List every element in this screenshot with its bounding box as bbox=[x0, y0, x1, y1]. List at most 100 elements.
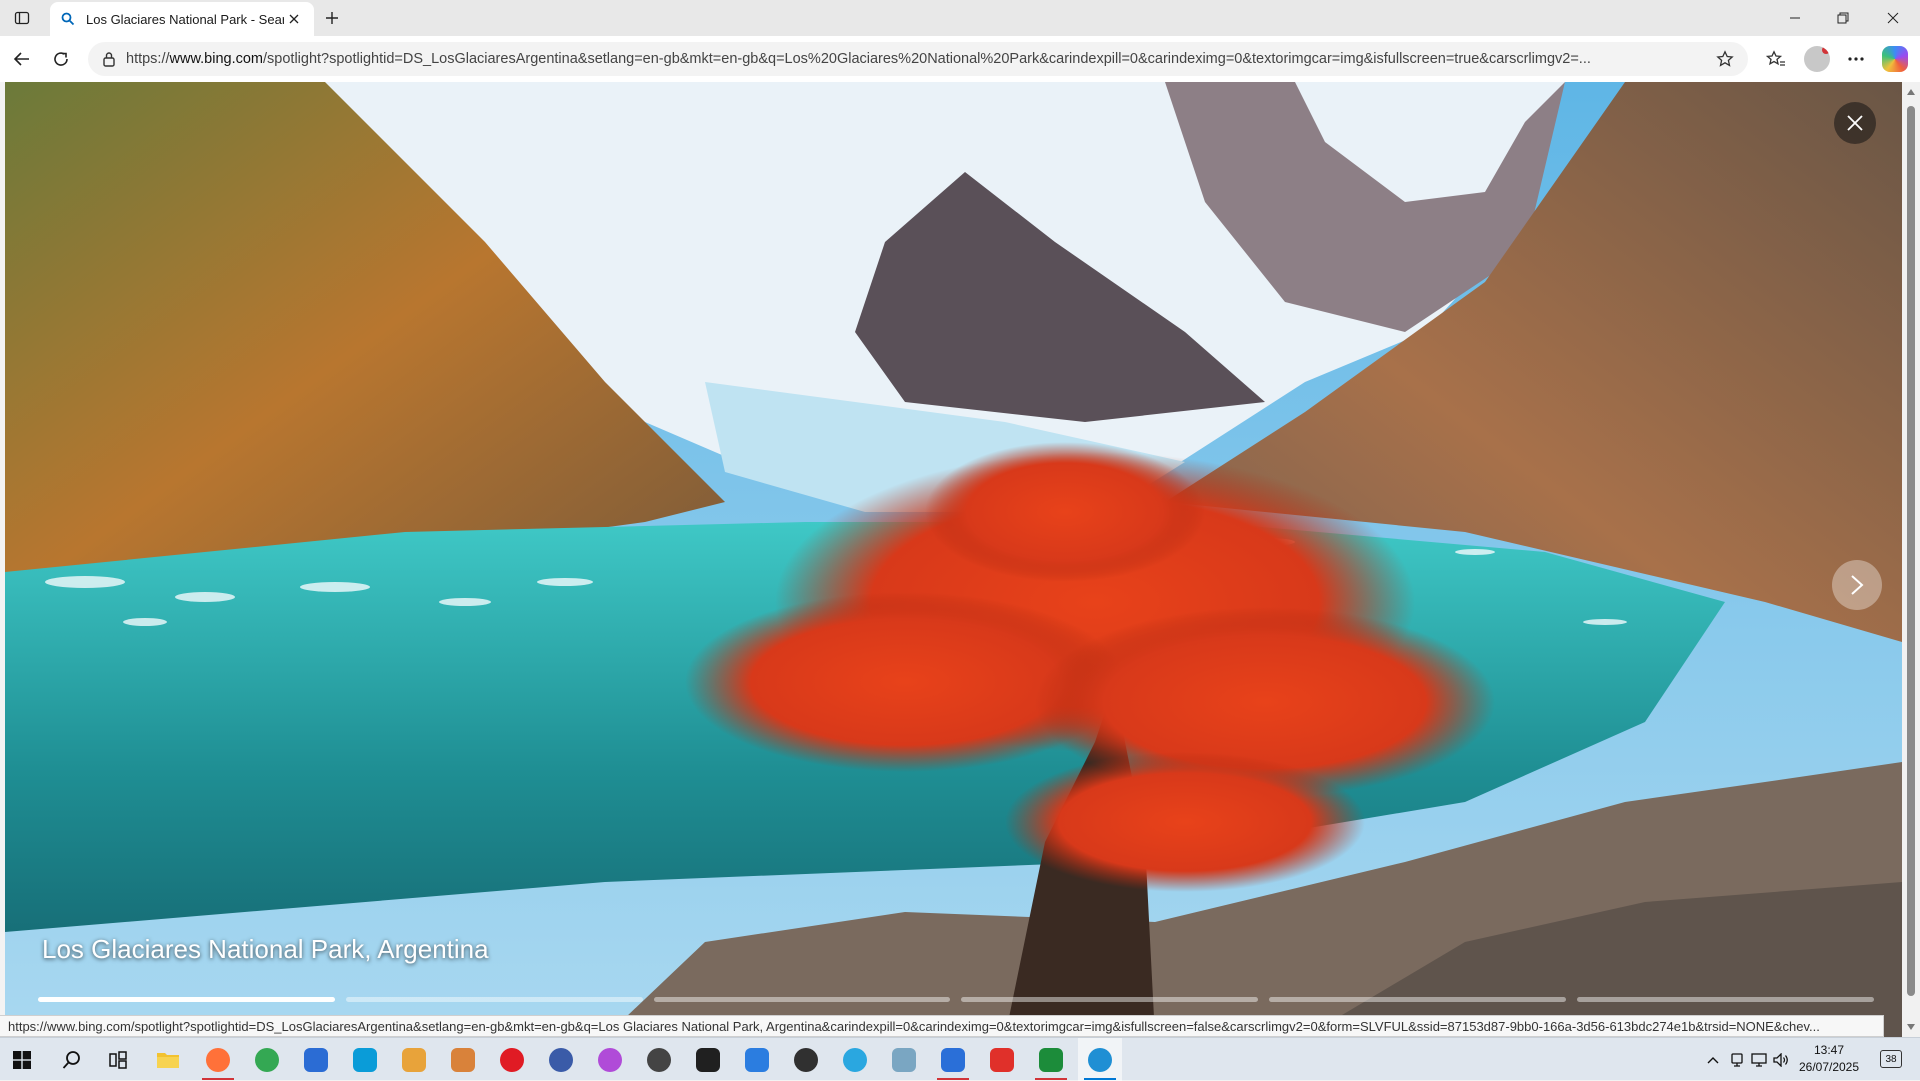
taskbar-app-presentation[interactable] bbox=[441, 1038, 485, 1081]
url-text: https://www.bing.com/spotlight?spotlight… bbox=[126, 51, 1714, 67]
refresh-button[interactable] bbox=[47, 45, 75, 73]
chrome-icon bbox=[255, 1047, 279, 1072]
back-button[interactable] bbox=[8, 45, 36, 73]
progress-segment[interactable] bbox=[345, 997, 643, 1002]
address-bar[interactable]: https://www.bing.com/spotlight?spotlight… bbox=[88, 42, 1748, 76]
url-prefix: https:// bbox=[126, 51, 170, 67]
progress-segment[interactable] bbox=[38, 997, 335, 1002]
task-view-icon bbox=[109, 1050, 127, 1069]
taskbar-app-arc[interactable] bbox=[931, 1038, 975, 1081]
image-caption[interactable]: Los Glaciares National Park, Argentina bbox=[42, 934, 489, 965]
fonts-icon bbox=[745, 1047, 769, 1072]
edge-icon bbox=[1088, 1047, 1112, 1072]
network-icon bbox=[1751, 1052, 1767, 1067]
copilot-icon[interactable] bbox=[1882, 46, 1908, 72]
progress-segment[interactable] bbox=[653, 997, 951, 1002]
notification-center-button[interactable]: 38 bbox=[1880, 1050, 1902, 1068]
taskbar-app-settings-app[interactable] bbox=[392, 1038, 436, 1081]
taskbar-app-vpn[interactable] bbox=[539, 1038, 583, 1081]
vpn-icon bbox=[549, 1047, 573, 1072]
davinci-icon bbox=[647, 1047, 671, 1072]
new-tab-button[interactable] bbox=[320, 6, 344, 30]
photos-icon bbox=[598, 1047, 622, 1072]
taskbar-app-wps[interactable] bbox=[980, 1038, 1024, 1081]
close-icon bbox=[1887, 12, 1899, 24]
scroll-thumb[interactable] bbox=[1907, 106, 1915, 996]
file-explorer-button[interactable] bbox=[146, 1038, 190, 1081]
tab-close-icon[interactable] bbox=[284, 9, 304, 29]
taskbar-app-davinci[interactable] bbox=[637, 1038, 681, 1081]
taskbar-app-globe[interactable] bbox=[833, 1038, 877, 1081]
taskbar-app-mail[interactable] bbox=[294, 1038, 338, 1081]
profile-avatar[interactable] bbox=[1804, 46, 1830, 72]
start-button[interactable] bbox=[0, 1038, 44, 1081]
windows-logo-icon bbox=[13, 1050, 31, 1069]
cu-icon bbox=[1039, 1047, 1063, 1072]
tab-active[interactable]: Los Glaciares National Park - Search bbox=[50, 2, 314, 36]
minimize-button[interactable] bbox=[1772, 0, 1818, 36]
volume-button[interactable] bbox=[1770, 1038, 1792, 1081]
progress-segment[interactable] bbox=[1269, 997, 1567, 1002]
scroll-down-icon[interactable] bbox=[1907, 1024, 1915, 1030]
system-clock[interactable]: 13:47 26/07/2025 bbox=[1794, 1042, 1864, 1076]
clock-time: 13:47 bbox=[1813, 1043, 1845, 1057]
taskbar-app-cu[interactable] bbox=[1029, 1038, 1073, 1081]
tab-actions-icon bbox=[14, 11, 30, 25]
plus-icon bbox=[326, 12, 338, 24]
clock-date: 26/07/2025 bbox=[1798, 1060, 1860, 1074]
scroll-up-icon[interactable] bbox=[1907, 89, 1915, 95]
progress-segment[interactable] bbox=[1577, 997, 1874, 1002]
minimize-icon bbox=[1790, 17, 1800, 19]
folder-icon bbox=[157, 1052, 179, 1068]
taskbar-app-remote-desktop[interactable] bbox=[343, 1038, 387, 1081]
spotlight-viewer: Los Glaciares National Park, Argentina bbox=[5, 82, 1902, 1037]
tab-actions-button[interactable] bbox=[10, 6, 34, 30]
url-domain: www.bing.com bbox=[169, 51, 264, 67]
taskbar-app-opera[interactable] bbox=[490, 1038, 534, 1081]
restore-button[interactable] bbox=[1820, 0, 1866, 36]
show-hidden-icons-button[interactable] bbox=[1700, 1038, 1726, 1081]
status-url-bubble: https://www.bing.com/spotlight?spotlight… bbox=[0, 1015, 1884, 1037]
arc-icon bbox=[941, 1047, 965, 1072]
draw-icon bbox=[892, 1047, 916, 1072]
taskbar-app-chrome[interactable] bbox=[245, 1038, 289, 1081]
search-icon bbox=[62, 1050, 80, 1069]
opera-icon bbox=[500, 1047, 524, 1072]
globe-icon bbox=[843, 1047, 867, 1072]
refresh-icon bbox=[54, 52, 68, 66]
firefox-icon bbox=[206, 1047, 230, 1072]
taskbar-app-media[interactable] bbox=[784, 1038, 828, 1081]
favorites-button[interactable] bbox=[1762, 45, 1790, 73]
tray-app-button[interactable] bbox=[1726, 1038, 1748, 1081]
close-icon bbox=[1847, 115, 1863, 131]
taskbar-app-draw[interactable] bbox=[882, 1038, 926, 1081]
back-arrow-icon bbox=[13, 52, 29, 66]
mail-icon bbox=[304, 1047, 328, 1072]
carousel-progress bbox=[38, 997, 1874, 1002]
tray-device-icon bbox=[1731, 1052, 1743, 1067]
taskbar-app-xd-pen[interactable] bbox=[686, 1038, 730, 1081]
task-view-button[interactable] bbox=[96, 1038, 140, 1081]
taskbar-app-firefox[interactable] bbox=[196, 1038, 240, 1081]
restore-icon bbox=[1837, 12, 1849, 24]
notification-count: 38 bbox=[1885, 1053, 1897, 1065]
favorite-star-icon[interactable] bbox=[1714, 48, 1736, 70]
presentation-icon bbox=[451, 1047, 475, 1072]
lock-icon[interactable] bbox=[100, 50, 118, 68]
next-image-button[interactable] bbox=[1832, 560, 1882, 610]
taskbar-app-fonts[interactable] bbox=[735, 1038, 779, 1081]
settings-menu-button[interactable] bbox=[1842, 45, 1870, 73]
viewer-close-button[interactable] bbox=[1834, 102, 1876, 144]
wps-icon bbox=[990, 1047, 1014, 1072]
settings-app-icon bbox=[402, 1047, 426, 1072]
browser-toolbar: https://www.bing.com/spotlight?spotlight… bbox=[0, 36, 1920, 82]
taskbar-app-photos[interactable] bbox=[588, 1038, 632, 1081]
network-button[interactable] bbox=[1748, 1038, 1770, 1081]
page-scrollbar[interactable] bbox=[1902, 82, 1920, 1037]
taskbar-search-button[interactable] bbox=[50, 1038, 94, 1081]
progress-segment[interactable] bbox=[961, 997, 1259, 1002]
tab-title: Los Glaciares National Park - Search bbox=[86, 11, 284, 27]
taskbar-app-edge[interactable] bbox=[1078, 1038, 1122, 1081]
media-icon bbox=[794, 1047, 818, 1072]
window-close-button[interactable] bbox=[1870, 0, 1916, 36]
